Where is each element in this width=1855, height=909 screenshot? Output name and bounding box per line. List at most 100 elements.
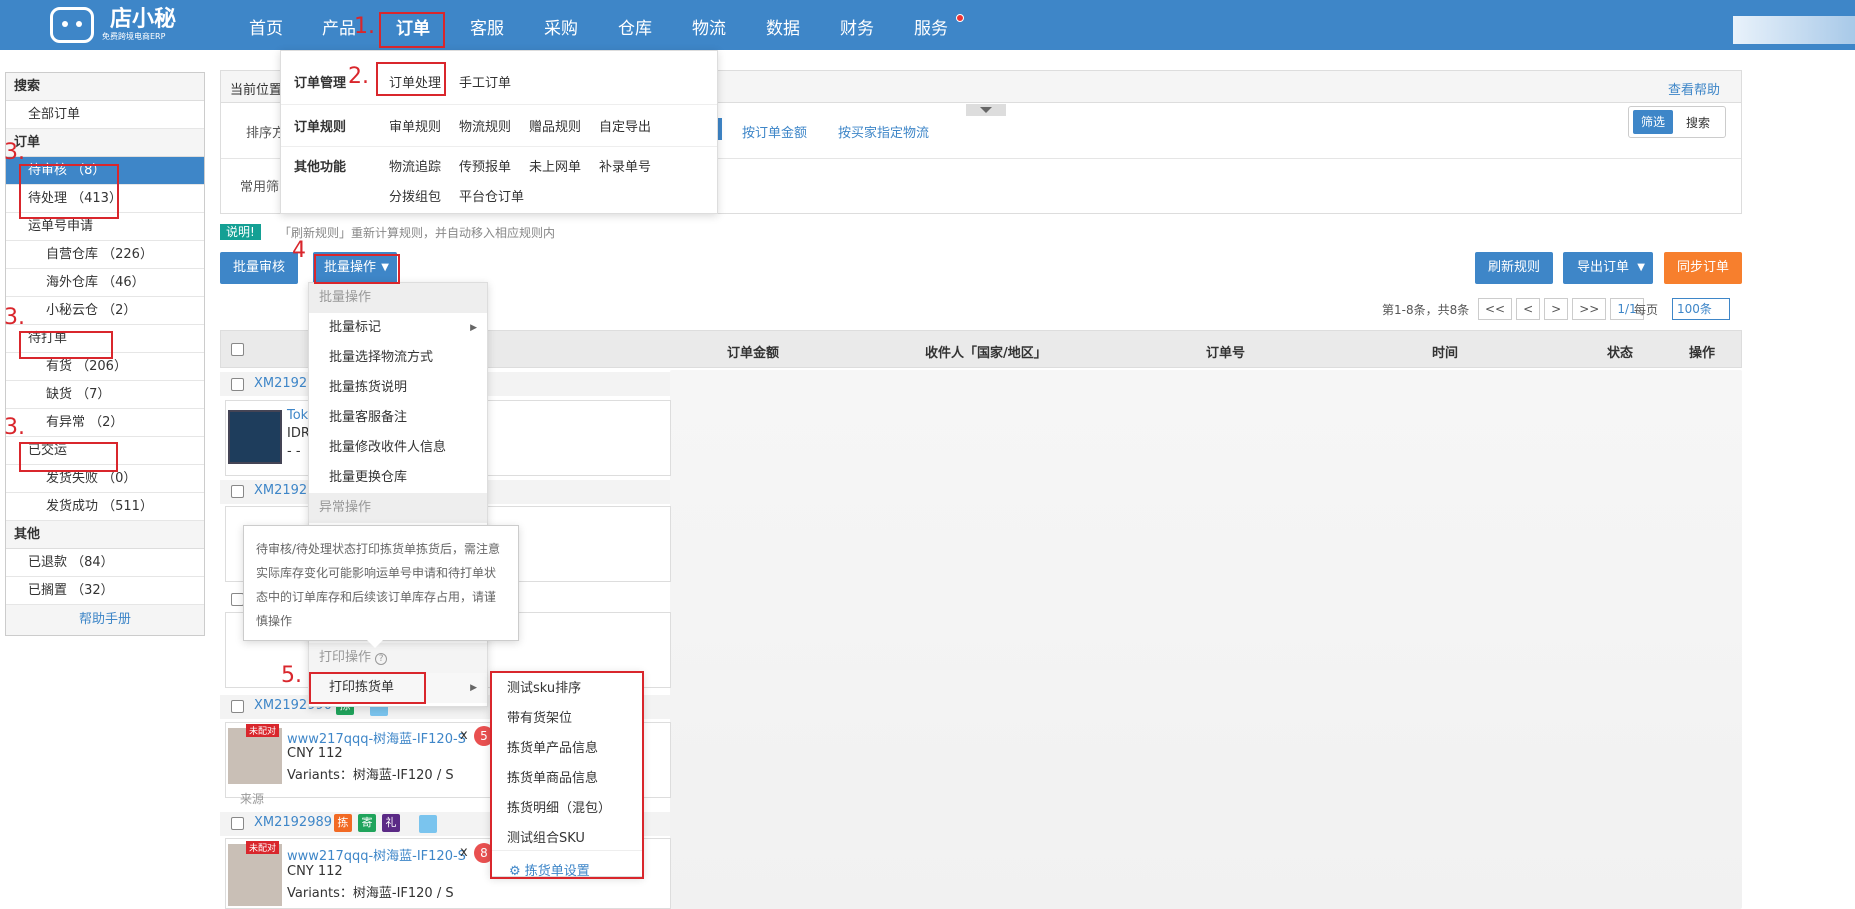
pick-tag: 拣 [334,814,352,832]
menu-custom-export[interactable]: 自定导出 [599,116,651,135]
menu-logistics-tracking[interactable]: 物流追踪 [389,156,441,175]
nav-finance[interactable]: 财务 [840,0,874,50]
menu-not-online[interactable]: 未上网单 [529,156,581,175]
menu-batch-cs-notes[interactable]: 批量客服备注 [309,403,487,433]
sidebar-item-cloud-warehouse[interactable]: 小秘云仓 （2） [6,297,204,325]
row-checkbox[interactable] [231,700,244,713]
menu-manual-order[interactable]: 手工订单 [459,72,511,91]
sort-by-amount[interactable]: 按订单金额 [742,122,807,141]
product-name-link[interactable]: www217qqq-树海蓝-IF120-S [287,728,466,747]
col-recipient: 收件人「国家/地区」 [925,346,1047,361]
annotation-3c: 3. [4,415,25,440]
chevron-down-icon [980,107,992,113]
mail-tag: 寄 [358,814,376,832]
menu-batch-change-warehouse[interactable]: 批量更换仓库 [309,463,487,493]
row-checkbox[interactable] [231,817,244,830]
product-thumbnail [228,410,282,464]
menu-gift-rules[interactable]: 赠品规则 [529,116,581,135]
select-all-checkbox[interactable] [231,343,244,356]
menu-add-tracking[interactable]: 补录单号 [599,156,651,175]
menu-batch-logistics[interactable]: 批量选择物流方式 [309,343,487,373]
help-manual-link[interactable]: 帮助手册 [6,605,204,635]
menu-group-print: 打印操作 ? [309,643,487,673]
qty-x: x [460,728,468,743]
order-id-link[interactable]: XM21929 [254,483,315,498]
divider [281,146,717,147]
sidebar-item-refunded[interactable]: 已退款 （84） [6,549,204,577]
sidebar-item-on-hold[interactable]: 已搁置 （32） [6,577,204,605]
robot-logo-icon [50,7,94,43]
pager-last[interactable]: >> [1572,298,1607,320]
product-name-link[interactable]: Tok [287,408,308,423]
source-dropdown[interactable]: 来源 [240,790,264,807]
annotation-2: 2. [348,64,369,89]
export-orders-button[interactable]: 导出订单 ▼ [1563,252,1653,284]
menu-upload-forecast[interactable]: 传预报单 [459,156,511,175]
nav-data[interactable]: 数据 [766,0,800,50]
sidebar-item-own-warehouse[interactable]: 自营仓库 （226） [6,241,204,269]
filter-toggle-button[interactable]: 筛选 [1633,110,1673,134]
search-toggle-button[interactable]: 搜索 [1678,114,1718,131]
annotation-box-pending [19,164,119,219]
sidebar-item-ship-success[interactable]: 发货成功 （511） [6,493,204,521]
nav-services[interactable]: 服务 [914,0,948,50]
annotation-3b: 3. [4,305,25,330]
pager-next[interactable]: > [1544,298,1569,320]
menu-logistics-rules[interactable]: 物流规则 [459,116,511,135]
menu-review-rules[interactable]: 审单规则 [389,116,441,135]
menu-batch-pick-notes[interactable]: 批量拣货说明 [309,373,487,403]
pager-prev[interactable]: < [1516,298,1541,320]
per-page-label: 每页 [1634,303,1659,317]
sidebar-item-all-orders[interactable]: 全部订单 [6,101,204,129]
menu-platform-warehouse[interactable]: 平台仓订单 [459,186,524,205]
pager-first[interactable]: << [1478,298,1513,320]
nav-purchase[interactable]: 采购 [544,0,578,50]
nav-home[interactable]: 首页 [249,0,283,50]
annotation-box-shipped [19,442,118,472]
order-id-link[interactable]: XM2192989 [254,815,332,830]
nav-customer-service[interactable]: 客服 [470,0,504,50]
collapse-toggle[interactable] [966,104,1006,116]
annotation-box-pick-submenu [490,671,644,879]
menu-batch-mark[interactable]: 批量标记 ▶ [309,313,487,343]
annotation-box-orders [379,12,445,48]
refresh-rules-button[interactable]: 刷新规则 [1475,252,1553,284]
logo[interactable]: 店小秘 免费跨境电商ERP [50,0,176,50]
nav-warehouse[interactable]: 仓库 [618,0,652,50]
per-page-select[interactable]: 100条 [1672,298,1730,320]
batch-review-button[interactable]: 批量审核 [220,252,298,284]
product-price: CNY 112 [287,864,343,879]
product-price: CNY 112 [287,746,343,761]
chevron-right-icon: ▶ [470,683,477,693]
menu-dispatch-pack[interactable]: 分拨组包 [389,186,441,205]
unmatched-badge: 未配对 [246,724,280,737]
nav-logistics[interactable]: 物流 [692,0,726,50]
sidebar-item-exception[interactable]: 有异常 （2） [6,409,204,437]
menu-group-order-rules: 订单规则 [294,120,347,135]
menu-batch-edit-recipient[interactable]: 批量修改收件人信息 [309,433,487,463]
annotation-box-order-processing [376,62,446,96]
annotation-box-print-pick [309,672,426,704]
sidebar-item-out-of-stock[interactable]: 缺货 （7） [6,381,204,409]
blurred-order-data [670,370,1742,909]
row-checkbox[interactable] [231,378,244,391]
row-checkbox[interactable] [231,485,244,498]
annotation-box-to-print [19,331,113,359]
order-id-link[interactable]: XM21929 [254,376,315,391]
help-link[interactable]: 查看帮助 [1668,79,1720,98]
sort-by-buyer-logistics[interactable]: 按买家指定物流 [838,122,929,141]
menu-group-order-management: 订单管理 [294,76,347,91]
product-name-link[interactable]: www217qqq-树海蓝-IF120-S [287,845,466,864]
nav-products[interactable]: 产品 [322,0,356,50]
tooltip-arrow [367,640,383,648]
sync-orders-button[interactable]: 同步订单 [1664,252,1742,284]
user-area[interactable] [1733,16,1855,44]
col-actions: 操作 [1689,346,1716,361]
annotation-4: 4 [292,238,306,263]
product-variant: Variants：树海蓝-IF120 / S [287,768,454,783]
col-amount: 订单金额 [727,346,780,361]
sidebar-item-overseas-warehouse[interactable]: 海外仓库 （46） [6,269,204,297]
annotation-5: 5. [281,663,302,688]
gift-tag: 礼 [382,814,400,832]
help-icon[interactable]: ? [375,653,388,665]
